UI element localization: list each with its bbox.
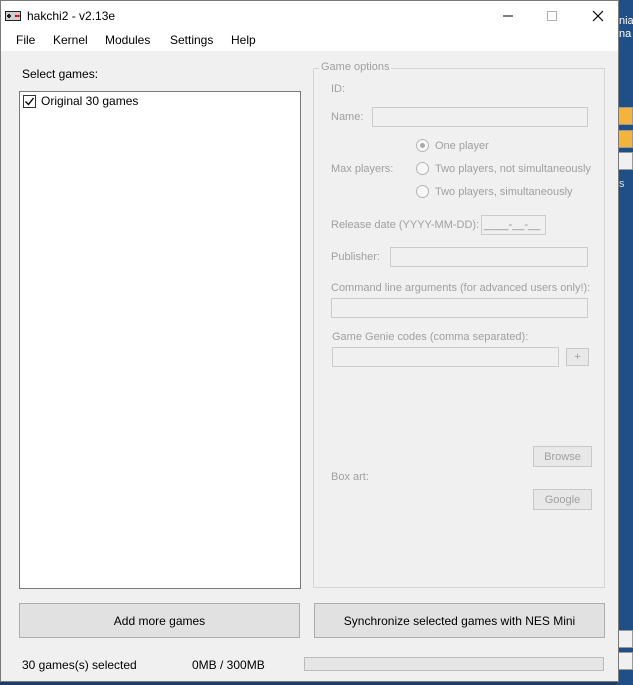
release-date-field[interactable]: ____-__-__ [481,215,546,235]
desktop-text-3: s [619,178,625,190]
menu-bar: File Kernel Modules Settings Help [1,31,618,51]
genie-add-button[interactable]: + [566,348,589,366]
close-icon [592,10,604,22]
google-button[interactable]: Google [533,489,592,510]
game-options-title: Game options [319,61,392,73]
minimize-icon [503,15,513,17]
command-line-field[interactable] [331,298,588,318]
publisher-field[interactable] [390,247,588,267]
progress-bar [304,657,604,671]
add-more-games-button[interactable]: Add more games [19,603,300,638]
synchronize-button[interactable]: Synchronize selected games with NES Mini [314,603,605,638]
release-date-label: Release date (YYYY-MM-DD): [331,219,480,231]
desktop-tile [617,130,633,148]
menu-modules[interactable]: Modules [105,33,150,47]
name-field[interactable] [372,107,588,127]
nes-controller-icon [5,11,21,21]
window-title: hakchi2 - v2.13e [27,9,116,23]
one-player-label: One player [435,140,489,152]
menu-settings[interactable]: Settings [170,33,213,47]
publisher-label: Publisher: [331,251,380,263]
radio-two-players-not-simultaneously[interactable] [416,162,429,175]
game-genie-field[interactable] [332,347,559,367]
two-players-simultaneously-label: Two players, simultaneously [435,186,573,198]
close-button[interactable] [575,1,621,31]
menu-help[interactable]: Help [231,33,256,47]
games-list[interactable]: Original 30 games [19,91,301,589]
desktop-tile [617,630,633,648]
maximize-button[interactable] [529,1,575,31]
box-art-label: Box art: [331,471,369,483]
desktop-tile [617,107,633,125]
desktop-tile [617,652,633,670]
minimize-button[interactable] [485,1,531,31]
radio-one-player[interactable] [416,139,429,152]
app-window: hakchi2 - v2.13e File Kernel Modules Set… [0,0,619,682]
game-genie-label: Game Genie codes (comma separated): [332,331,529,343]
checkmark-icon [25,97,35,106]
command-line-label: Command line arguments (for advanced use… [331,282,591,294]
name-label: Name: [331,111,364,123]
menu-kernel[interactable]: Kernel [53,33,88,47]
storage-status: 0MB / 300MB [192,658,265,672]
game-label: Original 30 games [41,94,139,108]
two-players-not-simultaneously-label: Two players, not simultaneously [435,163,591,175]
list-item[interactable]: Original 30 games [23,94,138,108]
games-selected-status: 30 games(s) selected [22,658,137,672]
desktop-background-right: nia na s [617,0,633,685]
desktop-text-1: nia [619,15,633,27]
radio-two-players-simultaneously[interactable] [416,185,429,198]
maximize-icon [547,11,557,21]
id-label: ID: [331,83,346,95]
desktop-tile [617,152,633,170]
max-players-label: Max players: [331,163,394,175]
title-bar[interactable]: hakchi2 - v2.13e [1,1,618,31]
game-checkbox[interactable] [23,94,36,108]
browse-button[interactable]: Browse [533,446,592,467]
select-games-label: Select games: [22,67,99,81]
menu-file[interactable]: File [16,33,35,47]
